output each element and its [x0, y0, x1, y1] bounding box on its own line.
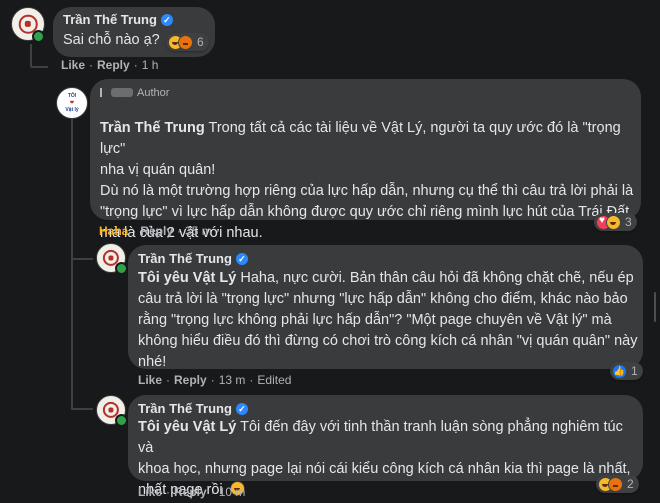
comment-author[interactable]: Trần Thế Trung — [100, 120, 205, 136]
verified-badge-icon: ✓ — [160, 14, 173, 26]
comment-actions: Like · Reply · 1 h — [61, 58, 159, 72]
mention-link[interactable]: Tôi yêu Vật Lý — [138, 270, 236, 286]
thread-line — [30, 44, 32, 66]
verified-badge-icon: ✓ — [235, 253, 248, 265]
reply-link[interactable]: Reply — [140, 224, 173, 238]
comment-author[interactable]: Trần Thế Trung ✓ — [138, 401, 248, 416]
timestamp[interactable]: 13 m — [219, 373, 246, 387]
quote-icon — [100, 88, 108, 97]
like-link[interactable]: Like — [61, 58, 85, 72]
haha-emoji-icon — [606, 214, 621, 230]
reaction-count: 6 — [197, 35, 204, 49]
timestamp[interactable]: 10 m — [219, 485, 246, 499]
scrollbar[interactable] — [654, 292, 656, 322]
online-status-dot — [32, 30, 45, 43]
angry-emoji-icon — [178, 34, 193, 50]
comment-text: Tôi yêu Vật Lý Haha, nực cười. Bản thân … — [138, 270, 638, 370]
page-avatar[interactable]: TÔI ❤ Vật lý — [56, 87, 88, 119]
reaction-count: 3 — [625, 215, 632, 229]
haha-reaction-link[interactable]: Haha — [99, 224, 128, 238]
thread-line — [30, 66, 48, 68]
reply-link[interactable]: Reply — [174, 485, 207, 499]
reaction-count: 2 — [627, 477, 634, 491]
like-icon: 👍 — [612, 363, 627, 379]
reply-link[interactable]: Reply — [97, 58, 130, 72]
comment-actions: Like · Reply · 10 m — [138, 485, 246, 499]
edited-label: Edited — [257, 373, 292, 387]
comment-actions: Like · Reply · 13 m · Edited — [138, 373, 292, 387]
comment-author[interactable]: Trần Thế Trung ✓ — [138, 251, 248, 266]
reaction-summary[interactable]: 👍 1 — [610, 362, 643, 380]
thread-line — [71, 358, 73, 408]
thread-line — [71, 116, 73, 360]
reaction-count: 1 — [631, 364, 638, 378]
comment-actions: Haha · Reply · 35 m — [99, 224, 212, 238]
thread-line — [71, 258, 93, 260]
author-badge: Author — [100, 87, 169, 99]
author-badge-avatar-icon — [111, 88, 133, 97]
reaction-summary[interactable]: 6 — [166, 33, 209, 51]
comment-text: Sai chỗ nào ạ? — [63, 32, 160, 48]
reaction-summary[interactable]: 3 — [594, 213, 637, 231]
thread-line — [71, 408, 93, 410]
reply-link[interactable]: Reply — [174, 373, 207, 387]
timestamp[interactable]: 35 m — [185, 224, 212, 238]
mention-link[interactable]: Tôi yêu Vật Lý — [138, 419, 236, 435]
online-status-dot — [115, 414, 128, 427]
angry-emoji-icon — [608, 476, 623, 492]
like-link[interactable]: Like — [138, 485, 162, 499]
comment-author[interactable]: Trần Thế Trung ✓ — [63, 12, 173, 27]
timestamp[interactable]: 1 h — [142, 58, 159, 72]
like-link[interactable]: Like — [138, 373, 162, 387]
verified-badge-icon: ✓ — [235, 403, 248, 415]
reaction-summary[interactable]: 2 — [596, 475, 639, 493]
online-status-dot — [115, 262, 128, 275]
